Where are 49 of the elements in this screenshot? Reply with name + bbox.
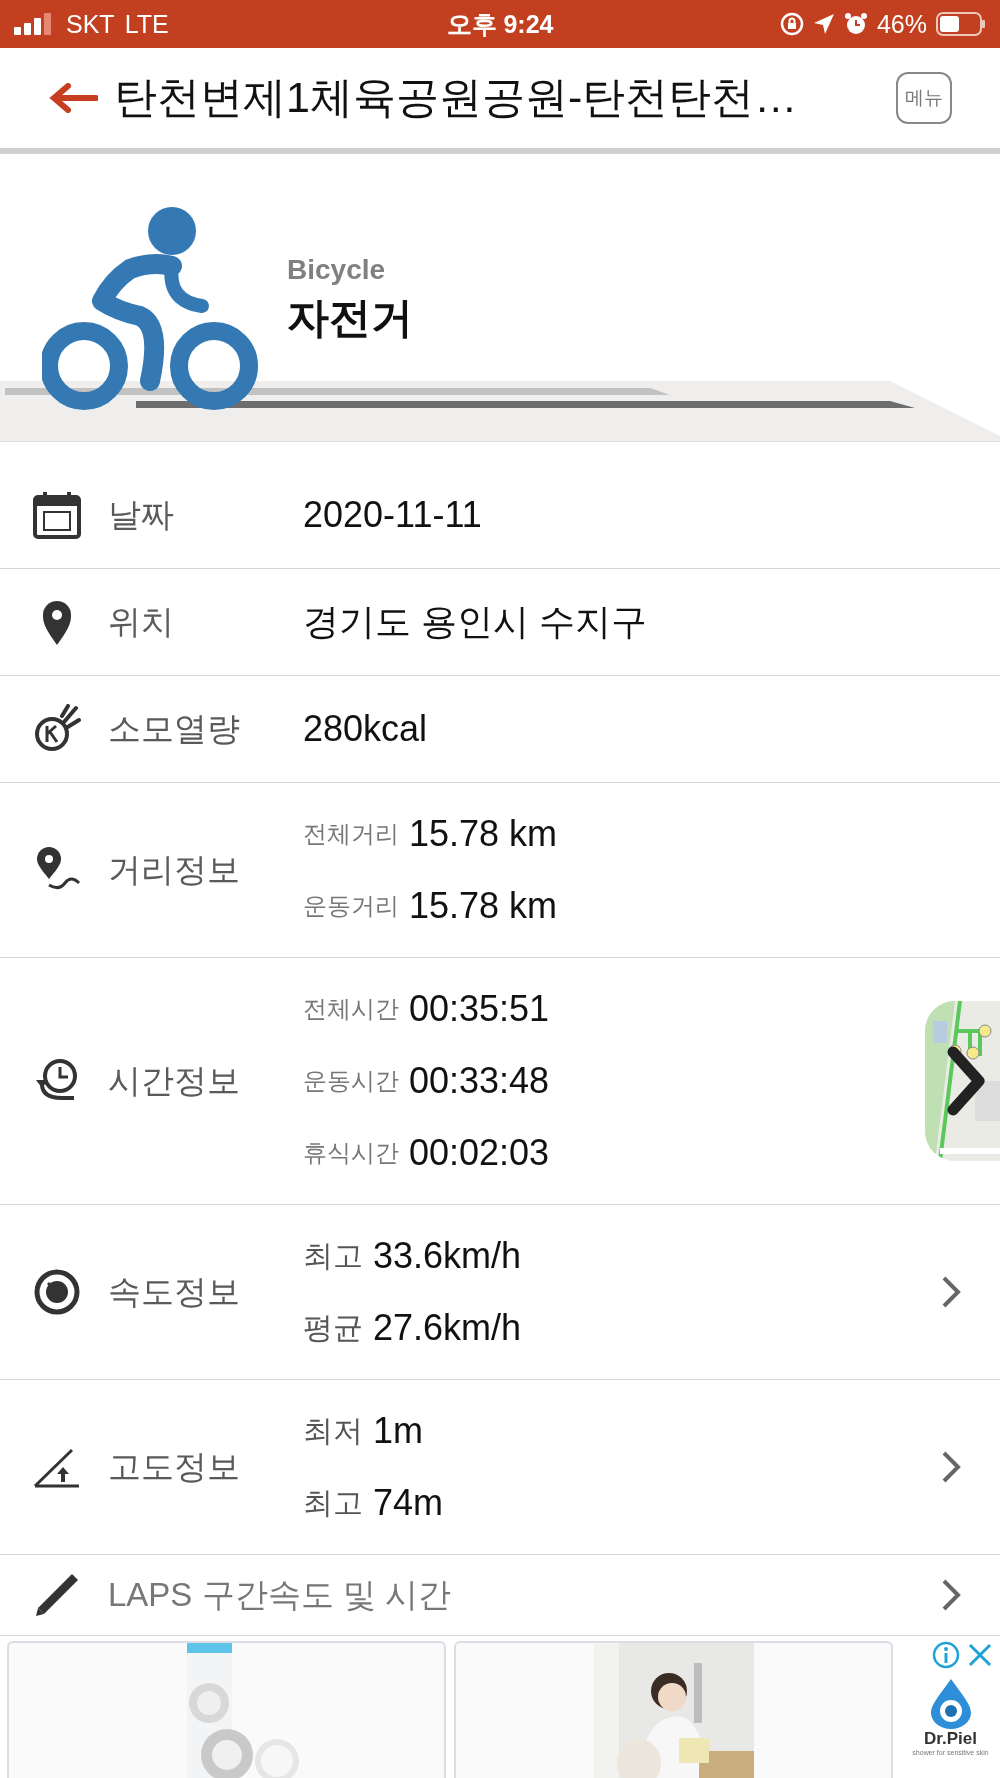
clock-time: 오후 9:24 xyxy=(446,8,554,40)
row-value: 00:35:51 xyxy=(409,988,550,1030)
row-label: 거리정보 xyxy=(108,849,241,890)
value-label: 평균 xyxy=(303,1309,363,1346)
row-label: 위치 xyxy=(108,601,175,642)
battery-icon xyxy=(936,12,986,36)
page-title: 탄천변제1체육공원공원-탄천탄천… xyxy=(114,72,799,123)
row-label: 시간정보 xyxy=(108,1060,241,1101)
row-value: 1m xyxy=(373,1410,423,1452)
value-label: 휴식시간 xyxy=(303,1138,399,1168)
row-value: 2020-11-11 xyxy=(303,494,482,536)
speedometer-icon xyxy=(32,1267,82,1317)
fire-badge-icon xyxy=(32,704,82,754)
row-value: 경기도 용인시 수지구 xyxy=(303,599,647,644)
battery-percent: 46% xyxy=(876,9,927,39)
row-value: 15.78 km xyxy=(409,885,558,927)
row-value: 00:02:03 xyxy=(409,1132,550,1174)
value-label: 운동거리 xyxy=(303,891,399,921)
row-value: 74m xyxy=(373,1482,444,1524)
carrier-name: SKT xyxy=(66,9,115,39)
row-value: 15.78 km xyxy=(409,813,558,855)
row-label: 속도정보 xyxy=(108,1271,241,1312)
row-label: 날짜 xyxy=(108,494,175,535)
back-arrow-icon[interactable] xyxy=(48,83,98,113)
value-label: 최고 xyxy=(303,1484,363,1521)
chevron-icon[interactable] xyxy=(947,1046,987,1116)
close-icon[interactable] xyxy=(966,1641,994,1669)
value-label: 전체시간 xyxy=(303,994,399,1024)
value-label: 최저 xyxy=(303,1412,363,1449)
row-label: 소모열량 xyxy=(108,708,241,749)
activity-name: 자전거 xyxy=(287,293,413,343)
rotation-lock-icon xyxy=(779,12,804,36)
network-type: LTE xyxy=(124,9,169,39)
info-icon[interactable] xyxy=(932,1641,960,1669)
brand-name: Dr.Piel xyxy=(924,1729,977,1749)
menu-button[interactable]: 메뉴 xyxy=(896,72,952,124)
row-label: LAPS 구간속도 및 시간 xyxy=(108,1574,451,1615)
alarm-clock-icon xyxy=(843,12,868,36)
value-label: 전체거리 xyxy=(303,819,399,849)
value-label: 최고 xyxy=(303,1237,363,1274)
row-label: 고도정보 xyxy=(108,1446,241,1487)
location-arrow-icon xyxy=(812,13,835,35)
row-value: 33.6km/h xyxy=(373,1235,522,1277)
activity-subtitle: Bicycle xyxy=(287,254,387,286)
row-value: 27.6km/h xyxy=(373,1307,522,1349)
calendar-icon xyxy=(32,490,82,540)
row-value: 00:33:48 xyxy=(409,1060,550,1102)
value-label: 운동시간 xyxy=(303,1066,399,1096)
row-value: 280kcal xyxy=(303,708,428,750)
